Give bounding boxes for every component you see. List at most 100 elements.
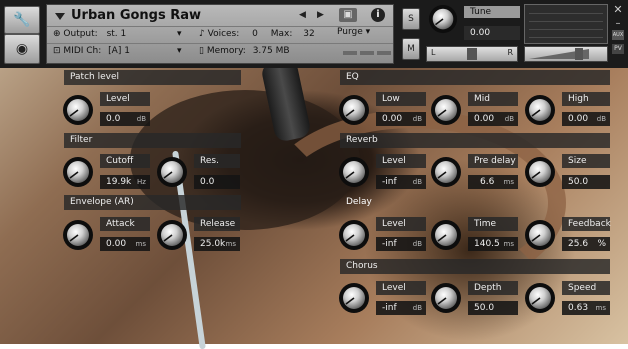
eq-mid-number: 0.00	[474, 114, 495, 124]
midi-row[interactable]: ⊡ MIDI Ch: [A] 1 ▾	[53, 46, 182, 56]
cutoff-label: Cutoff	[100, 154, 150, 168]
pan-handle[interactable]	[467, 48, 477, 60]
eq-high-knob[interactable]	[524, 94, 556, 126]
speaker-icon[interactable]: ◉	[4, 34, 40, 64]
chevron-down-icon[interactable]: ▾	[177, 29, 182, 39]
reverb-level-knob[interactable]	[338, 156, 370, 188]
next-instrument-icon[interactable]: ▶	[317, 10, 324, 20]
cutoff-value[interactable]: 19.9k Hz	[100, 175, 150, 189]
resonance-knob[interactable]	[156, 156, 188, 188]
camera-icon[interactable]: ▣	[339, 8, 357, 22]
purge-indicator	[343, 51, 391, 55]
chorus-level-knob[interactable]	[338, 282, 370, 314]
voices-row: ♪ Voices: 0 Max: 32	[199, 29, 315, 39]
mute-button[interactable]: M	[402, 38, 420, 60]
midi-value[interactable]: [A] 1	[108, 46, 130, 56]
chorus-section-header: Chorus	[340, 259, 610, 274]
delay-level-number: -inf	[382, 239, 397, 249]
attack-value[interactable]: 0.00 ms	[100, 237, 150, 251]
volume-slider[interactable]	[524, 46, 608, 62]
delay-time-value[interactable]: 140.5 ms	[468, 237, 518, 251]
memory-icon: ▯	[199, 46, 207, 56]
attack-unit: ms	[135, 240, 146, 248]
release-knob[interactable]	[156, 219, 188, 251]
wrench-icon[interactable]: 🔧	[4, 6, 40, 34]
collapse-triangle-icon[interactable]	[55, 13, 65, 20]
reverb-size-label: Size	[562, 154, 610, 168]
pan-right-label: R	[507, 48, 513, 57]
tune-value[interactable]: 0.00	[464, 26, 520, 40]
feedback-number: 25.6	[568, 239, 589, 249]
chorus-depth-value[interactable]: 50.0	[468, 301, 518, 315]
attack-knob[interactable]	[62, 219, 94, 251]
pv-button[interactable]: PV	[612, 44, 624, 54]
volume-handle[interactable]	[575, 48, 583, 60]
tune-knob[interactable]	[428, 4, 458, 34]
chorus-speed-value[interactable]: 0.63 ms	[562, 301, 610, 315]
instrument-title[interactable]: Urban Gongs Raw	[71, 8, 201, 23]
feedback-label: Feedback	[562, 217, 611, 231]
aux-button[interactable]: AUX	[612, 30, 624, 40]
delay-time-label: Time	[468, 217, 518, 231]
eq-low-number: 0.00	[382, 114, 403, 124]
minimize-icon[interactable]: –	[612, 19, 624, 29]
eq-high-unit: dB	[596, 115, 606, 123]
max-label: Max:	[270, 29, 293, 39]
feedback-value[interactable]: 25.6%	[562, 237, 610, 251]
reverb-size-knob[interactable]	[524, 156, 556, 188]
max-value[interactable]: 32	[303, 29, 314, 39]
eq-low-label: Low	[376, 92, 426, 106]
chorus-speed-unit: ms	[595, 304, 606, 312]
predelay-unit: ms	[503, 178, 514, 186]
eq-mid-label: Mid	[468, 92, 518, 106]
delay-level-knob[interactable]	[338, 219, 370, 251]
release-value[interactable]: 25.0k ms	[194, 237, 240, 251]
output-value[interactable]: st. 1	[107, 29, 127, 39]
patch-level-value[interactable]: 0.0 dB	[100, 112, 150, 126]
cutoff-number: 19.9k	[106, 177, 132, 187]
level-meter	[524, 4, 608, 44]
chorus-level-value[interactable]: -inf dB	[376, 301, 426, 315]
delay-time-number: 140.5	[474, 239, 500, 249]
tune-label: Tune	[464, 6, 520, 18]
purge-button[interactable]: Purge ▾	[337, 27, 387, 41]
patch-level-knob[interactable]	[62, 94, 94, 126]
pan-left-label: L	[431, 48, 436, 57]
chorus-speed-label: Speed	[562, 281, 610, 295]
chorus-level-label: Level	[376, 281, 426, 295]
resonance-value[interactable]: 0.0	[194, 175, 240, 189]
delay-level-value[interactable]: -inf dB	[376, 237, 426, 251]
eq-mid-knob[interactable]	[430, 94, 462, 126]
chorus-speed-number: 0.63	[568, 303, 589, 313]
prev-instrument-icon[interactable]: ◀	[299, 10, 306, 20]
eq-low-value[interactable]: 0.00 dB	[376, 112, 426, 126]
chevron-down-icon[interactable]: ▾	[177, 46, 182, 56]
reverb-level-value[interactable]: -inf dB	[376, 175, 426, 189]
delay-time-knob[interactable]	[430, 219, 462, 251]
solo-button[interactable]: S	[402, 8, 420, 30]
eq-mid-value[interactable]: 0.00 dB	[468, 112, 518, 126]
predelay-label: Pre delay	[468, 154, 518, 168]
chorus-depth-knob[interactable]	[430, 282, 462, 314]
release-unit: ms	[225, 240, 236, 248]
midi-label: MIDI Ch:	[63, 46, 102, 56]
feedback-knob[interactable]	[524, 219, 556, 251]
predelay-number: 6.6	[480, 177, 495, 187]
reverb-size-value[interactable]: 50.0	[562, 175, 610, 189]
eq-high-value[interactable]: 0.00 dB	[562, 112, 610, 126]
pan-slider[interactable]: L R	[426, 46, 518, 62]
predelay-value[interactable]: 6.6 ms	[468, 175, 518, 189]
output-row[interactable]: ⊕ Output: st. 1 ▾	[53, 29, 182, 39]
eq-low-knob[interactable]	[338, 94, 370, 126]
close-icon[interactable]: ✕	[612, 4, 624, 16]
info-icon[interactable]: i	[371, 8, 385, 22]
cutoff-knob[interactable]	[62, 156, 94, 188]
patch-level-unit: dB	[136, 115, 146, 123]
chorus-level-unit: dB	[412, 304, 422, 312]
predelay-knob[interactable]	[430, 156, 462, 188]
release-label: Release	[194, 217, 240, 231]
delay-time-unit: ms	[503, 240, 514, 248]
eq-section-header: EQ	[340, 70, 610, 85]
chorus-speed-knob[interactable]	[524, 282, 556, 314]
cutoff-unit: Hz	[137, 178, 146, 186]
